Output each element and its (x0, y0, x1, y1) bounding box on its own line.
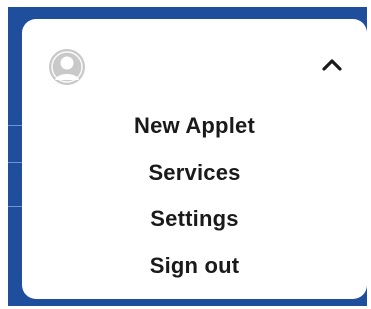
menu-item-services[interactable]: Services (22, 150, 367, 197)
menu-list: New Applet Services Settings Sign out (22, 103, 367, 289)
menu-item-label: Services (148, 159, 241, 185)
collapse-menu-button[interactable] (316, 51, 348, 79)
account-dropdown-menu: New Applet Services Settings Sign out (22, 19, 367, 299)
chevron-up-icon (322, 59, 342, 71)
menu-item-label: New Applet (134, 113, 255, 139)
menu-item-label: Settings (150, 206, 239, 232)
menu-item-settings[interactable]: Settings (22, 196, 367, 243)
menu-header (22, 19, 367, 111)
menu-item-new-applet[interactable]: New Applet (22, 103, 367, 150)
menu-item-sign-out[interactable]: Sign out (22, 243, 367, 290)
menu-item-label: Sign out (149, 252, 240, 278)
user-avatar-icon[interactable] (49, 49, 85, 85)
avatar-silhouette (49, 49, 85, 85)
